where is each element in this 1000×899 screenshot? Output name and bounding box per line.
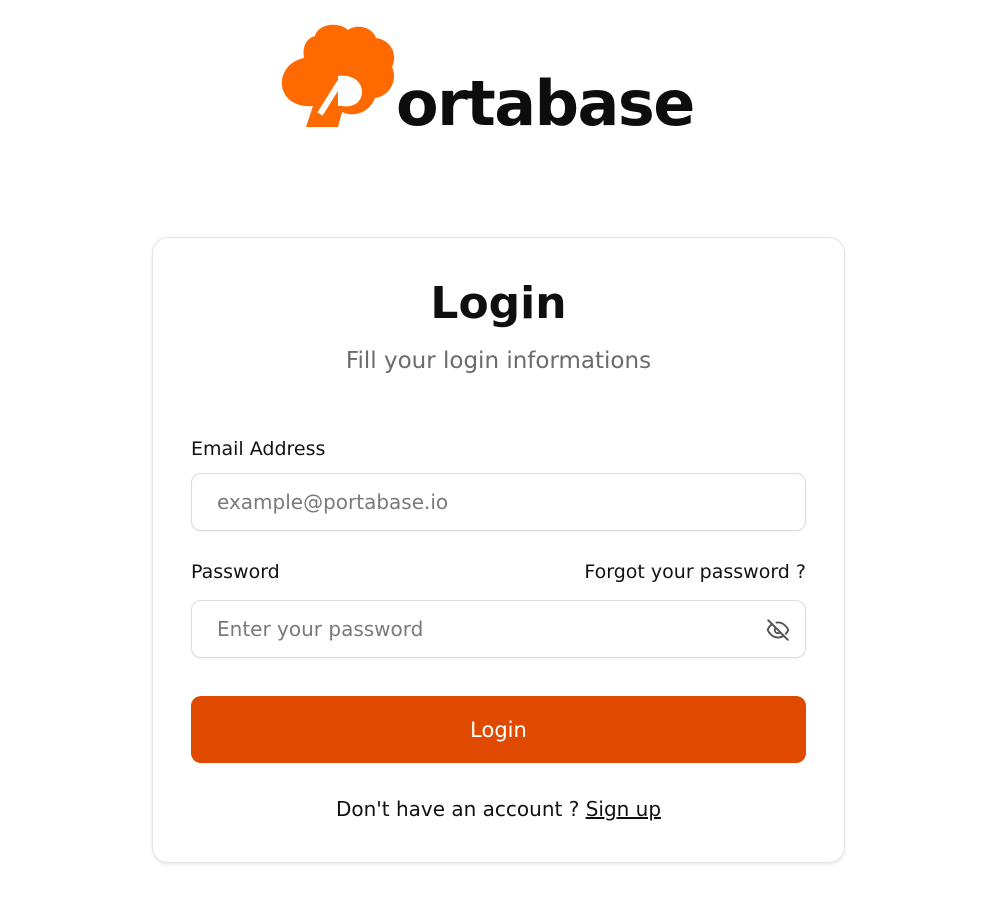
- page-subtitle: Fill your login informations: [345, 348, 652, 374]
- forgot-password-link[interactable]: Forgot your password ?: [584, 560, 806, 584]
- email-input[interactable]: [192, 474, 805, 530]
- password-field-container: [191, 600, 806, 658]
- login-button[interactable]: Login: [191, 696, 806, 763]
- page-title: Login: [430, 278, 567, 329]
- cloud-p-logo-icon: [281, 24, 395, 128]
- portabase-logo: ortabase: [280, 22, 720, 140]
- login-card: Login Fill your login informations Email…: [152, 237, 845, 863]
- password-label: Password: [191, 561, 280, 583]
- eye-off-icon[interactable]: [765, 617, 791, 643]
- signup-prompt-text: Don't have an account ?: [335, 797, 580, 821]
- email-label: Email Address: [191, 438, 326, 460]
- email-field-container: [191, 473, 806, 531]
- signup-link[interactable]: Sign up: [586, 797, 661, 821]
- password-input[interactable]: [192, 601, 805, 657]
- signup-prompt: Don't have an account ? Sign up: [153, 796, 844, 822]
- brand-wordmark: ortabase: [396, 67, 695, 140]
- login-page: ortabase Login Fill your login informati…: [0, 0, 1000, 899]
